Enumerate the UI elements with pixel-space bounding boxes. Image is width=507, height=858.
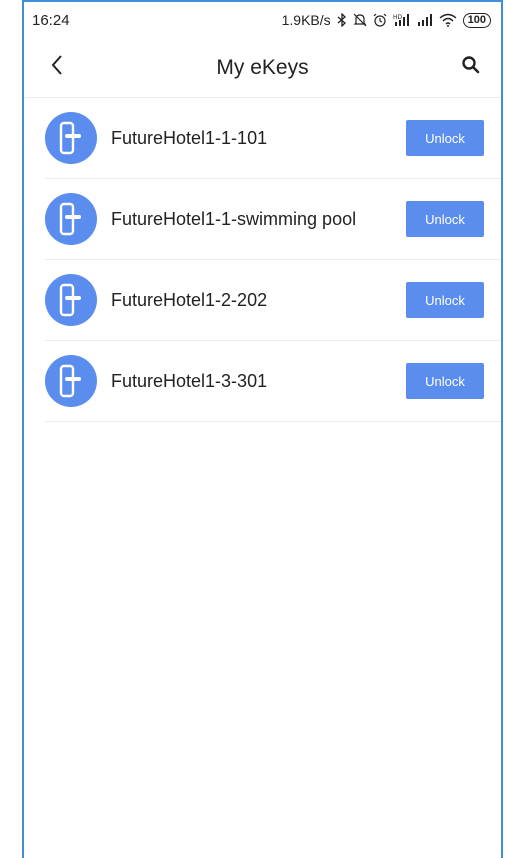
bluetooth-icon xyxy=(337,13,347,27)
network-speed: 1.9KB/s xyxy=(281,12,331,28)
status-bar: 16:24 1.9KB/s HD 100 xyxy=(24,2,501,38)
hd-signal-icon: HD xyxy=(393,13,411,27)
search-icon[interactable] xyxy=(461,55,481,80)
signal-icon xyxy=(417,13,433,27)
window-frame-right xyxy=(501,0,503,858)
door-lock-icon xyxy=(45,112,97,164)
chevron-left-icon[interactable] xyxy=(50,54,64,81)
ekey-name: FutureHotel1-3-301 xyxy=(111,370,268,391)
ekey-row[interactable]: FutureHotel1-2-202 Unlock xyxy=(45,260,501,341)
ekey-name: FutureHotel1-2-202 xyxy=(111,289,268,310)
unlock-button[interactable]: Unlock xyxy=(406,363,484,399)
ekey-list: FutureHotel1-1-101 Unlock FutureHotel1-1… xyxy=(45,98,501,422)
page-title: My eKeys xyxy=(216,55,309,79)
battery-icon: 100 xyxy=(462,12,491,28)
svg-text:HD: HD xyxy=(393,14,403,21)
phone-screen: 16:24 1.9KB/s HD 100 My eKeys FutureHote… xyxy=(24,2,501,858)
status-icons: 1.9KB/s HD 100 xyxy=(282,12,491,28)
unlock-button[interactable]: Unlock xyxy=(406,282,484,318)
status-time: 16:24 xyxy=(32,11,70,29)
top-app-bar: My eKeys xyxy=(24,38,501,98)
ekey-name: FutureHotel1-1-101 xyxy=(111,127,268,148)
door-lock-icon xyxy=(45,274,97,326)
unlock-button[interactable]: Unlock xyxy=(406,120,484,156)
wifi-icon xyxy=(439,13,457,27)
mute-icon xyxy=(353,13,367,27)
door-lock-icon xyxy=(45,355,97,407)
ekey-row[interactable]: FutureHotel1-1-101 Unlock xyxy=(45,98,501,179)
ekey-name: FutureHotel1-1-swimming pool xyxy=(111,208,357,229)
ekey-row[interactable]: FutureHotel1-3-301 Unlock xyxy=(45,341,501,422)
unlock-button[interactable]: Unlock xyxy=(406,201,484,237)
alarm-icon xyxy=(373,13,387,27)
door-lock-icon xyxy=(45,193,97,245)
ekey-row[interactable]: FutureHotel1-1-swimming pool Unlock xyxy=(45,179,501,260)
